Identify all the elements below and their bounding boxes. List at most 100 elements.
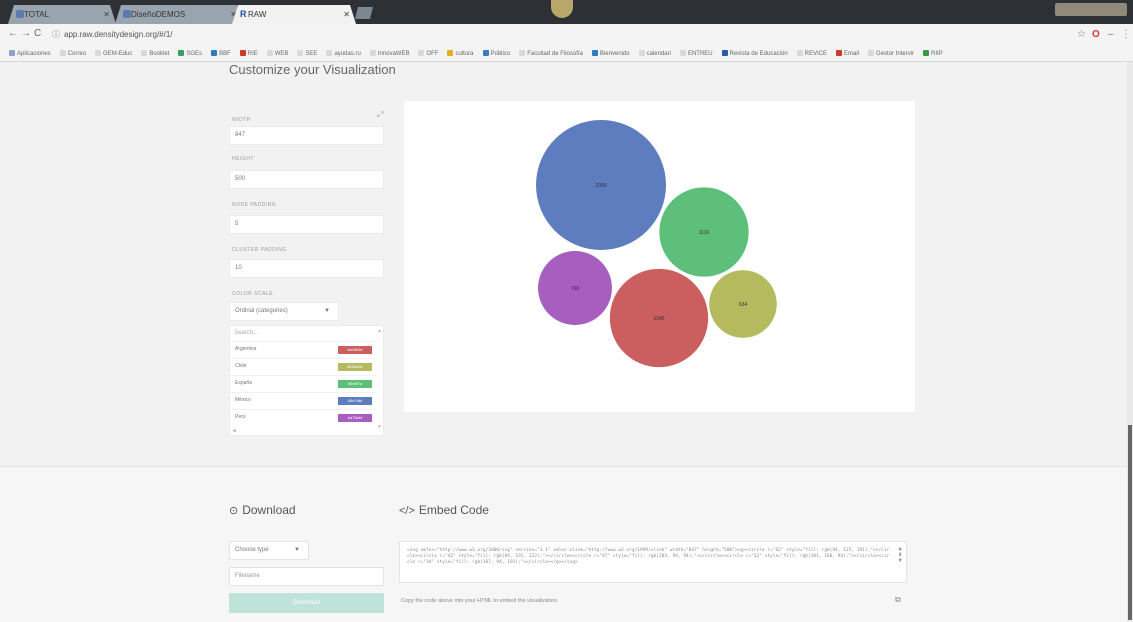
bookmark-favicon-icon <box>326 50 333 56</box>
bookmark-label: Aplicaciones <box>17 51 51 57</box>
export-panel: ⊙ Download Choose type ▼ Filename Downloa… <box>0 466 1133 622</box>
bookmark-item[interactable]: ayudas.ru <box>326 46 361 61</box>
bookmark-favicon-icon <box>297 50 304 56</box>
bookmark-item[interactable]: Booklet <box>141 46 170 61</box>
bookmark-item[interactable]: RIE <box>239 46 258 61</box>
width-input[interactable]: 847 <box>229 126 384 145</box>
scroll-down-icon[interactable]: ▼ <box>377 424 382 430</box>
bookmark-item[interactable]: ENTREU <box>679 46 713 61</box>
reload-icon[interactable]: C <box>34 28 41 39</box>
bookmark-item[interactable]: Público <box>482 46 511 61</box>
bookmark-item[interactable]: SEE <box>297 46 318 61</box>
scroll-up-icon[interactable]: ▲ <box>377 328 382 334</box>
color-list-item[interactable]: México #5e7dbf <box>230 392 378 409</box>
bookmark-label: SEE <box>305 51 318 57</box>
bubble-label: 1110 <box>699 230 710 236</box>
browser-tab[interactable]: DiseñoDEMOS ✕ <box>115 5 243 24</box>
opera-icon[interactable]: O <box>1092 29 1100 40</box>
color-list-scrollbar[interactable]: ▲ ▼ <box>377 328 382 433</box>
embed-scroll-icon[interactable]: ▲ ▮ ▼ <box>898 546 902 564</box>
bookmark-item[interactable]: Facultad de Filosofía <box>519 46 583 61</box>
bookmark-favicon-icon <box>519 50 526 56</box>
file-type-select[interactable]: Choose type ▼ <box>229 541 309 560</box>
color-swatch[interactable]: #b5ba5e <box>338 363 372 371</box>
chevron-down-icon: ▼ <box>294 547 300 553</box>
color-list-item[interactable]: Perú #a75ebf <box>230 409 378 426</box>
node-padding-label: NODE PADDING <box>232 202 277 208</box>
bubble-chart: 2350 1110 760 1345 634 <box>536 120 777 368</box>
forward-icon[interactable]: → <box>21 28 31 39</box>
color-swatch[interactable]: #cb5e5e <box>338 346 372 354</box>
embed-code-textarea[interactable]: <svg xmlns="http://www.w3.org/2000/svg" … <box>399 541 907 583</box>
height-input[interactable]: 500 <box>229 170 384 189</box>
tab-close-icon[interactable]: ✕ <box>343 5 350 24</box>
color-scale-select[interactable]: Ordinal (categories) ▼ <box>229 302 339 321</box>
bookmark-favicon-icon <box>141 50 148 56</box>
bookmark-item[interactable]: OFF <box>418 46 438 61</box>
bookmark-label: InnovaWEB <box>377 51 410 57</box>
bookmark-item[interactable]: GEM-Educ <box>95 46 132 61</box>
bookmark-item[interactable]: RIIP <box>923 46 943 61</box>
bookmark-label: Facultad de Filosofía <box>527 51 583 57</box>
bookmark-item[interactable]: Aplicaciones <box>9 46 51 61</box>
minimize-icon[interactable]: – <box>1108 29 1114 40</box>
page-scrollbar-thumb[interactable] <box>1128 425 1132 620</box>
color-swatch[interactable]: #5ebf7a <box>338 380 372 388</box>
bookmark-label: Público <box>490 51 511 57</box>
bookmark-item[interactable]: Email <box>836 46 860 61</box>
bubble-label: 2350 <box>595 183 606 189</box>
browser-tab-active[interactable]: R RAW ✕ <box>232 5 356 24</box>
window-controls[interactable] <box>1055 3 1127 16</box>
bookmark-favicon-icon <box>211 50 218 56</box>
bookmark-item[interactable]: Gestor Intervir <box>868 46 915 61</box>
bookmark-favicon-icon <box>266 50 273 56</box>
color-scale-value: Ordinal (categories) <box>235 308 288 314</box>
menu-icon[interactable]: ⋮ <box>1121 29 1131 40</box>
bookmark-item[interactable]: calendari <box>638 46 671 61</box>
bookmark-label: Booklet <box>149 51 170 57</box>
node-padding-input[interactable]: 5 <box>229 215 384 234</box>
bookmark-favicon-icon <box>59 50 66 56</box>
bookmark-item[interactable]: Bienvenido <box>591 46 630 61</box>
tab-title: TOTAL <box>24 10 50 19</box>
width-label: WIDTH <box>232 117 251 123</box>
bookmark-item[interactable]: InnovaWEB <box>369 46 410 61</box>
bookmark-item[interactable]: Revista de Educación <box>721 46 788 61</box>
bookmarks-bar: Aplicaciones Correo GEM-Educ Booklet SGEs BBF… <box>0 46 1133 62</box>
download-icon: ⊙ <box>229 505 239 517</box>
copy-icon[interactable]: ⧉ <box>895 595 901 605</box>
file-type-value: Choose type <box>235 547 269 553</box>
bookmark-favicon-icon <box>418 50 425 56</box>
lock-icon[interactable]: ⤢ <box>377 110 383 120</box>
new-tab-button[interactable] <box>355 7 373 19</box>
color-search-input[interactable]: Search... <box>234 330 372 336</box>
embed-title: </> Embed Code <box>399 503 489 517</box>
bookmark-item[interactable]: cultura <box>447 46 474 61</box>
download-button[interactable]: Download <box>229 593 384 613</box>
tab-close-icon[interactable]: ✕ <box>103 5 110 24</box>
filename-input[interactable]: Filename <box>229 567 384 586</box>
cluster-padding-input[interactable]: 10 <box>229 259 384 278</box>
bookmark-label: Email <box>844 51 860 57</box>
bookmark-label: Gestor Intervir <box>876 51 915 57</box>
bookmark-item[interactable]: BBF <box>211 46 231 61</box>
address-bar[interactable]: ⓘ app.raw.densitydesign.org/#/1/ <box>52 28 1062 42</box>
color-swatch[interactable]: #5e7dbf <box>338 397 372 405</box>
color-list-item[interactable]: Chile #b5ba5e <box>230 358 378 375</box>
bookmark-item[interactable]: WEB <box>266 46 288 61</box>
bookmark-item[interactable]: Correo <box>59 46 86 61</box>
profile-avatar-icon[interactable] <box>551 0 573 18</box>
color-swatch[interactable]: #a75ebf <box>338 414 372 422</box>
scroll-left-icon[interactable]: ◀ <box>232 428 236 434</box>
bookmark-favicon-icon <box>868 50 875 56</box>
bookmark-item[interactable]: SGEs <box>178 46 202 61</box>
back-icon[interactable]: ← <box>8 28 18 39</box>
bookmark-item[interactable]: REVICE <box>796 46 827 61</box>
star-icon[interactable]: ☆ <box>1077 29 1086 40</box>
color-list-item[interactable]: Argentina #cb5e5e <box>230 341 378 358</box>
browser-tabstrip: TOTAL ✕ DiseñoDEMOS ✕ R RAW ✕ <box>0 0 1133 24</box>
color-list-item[interactable]: España #5ebf7a <box>230 375 378 392</box>
browser-tab[interactable]: TOTAL ✕ <box>8 5 116 24</box>
bubble-label: 634 <box>739 302 748 308</box>
download-title: ⊙ Download <box>229 503 296 517</box>
